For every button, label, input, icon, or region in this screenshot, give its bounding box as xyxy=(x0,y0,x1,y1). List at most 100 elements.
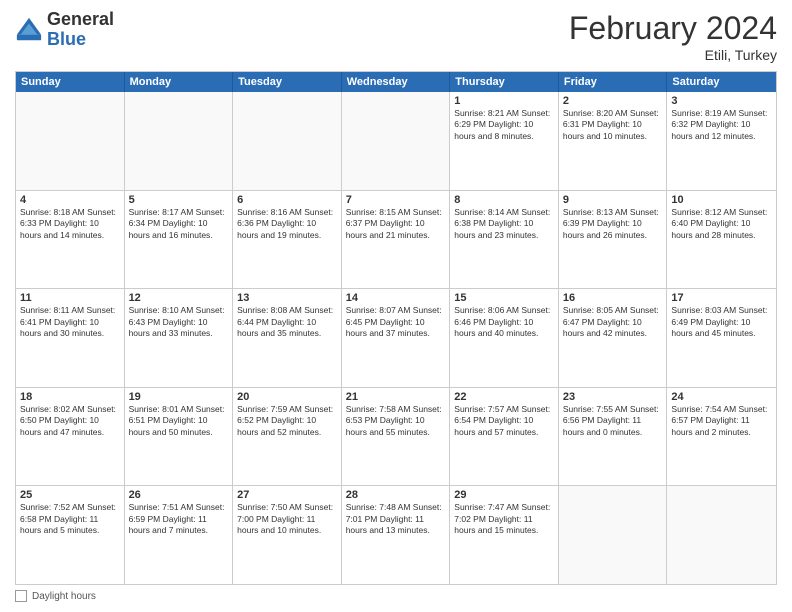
day-info: Sunrise: 7:51 AM Sunset: 6:59 PM Dayligh… xyxy=(129,502,229,536)
cal-cell-w3-d5: 23Sunrise: 7:55 AM Sunset: 6:56 PM Dayli… xyxy=(559,388,668,486)
day-info: Sunrise: 8:16 AM Sunset: 6:36 PM Dayligh… xyxy=(237,207,337,241)
cal-cell-w0-d0 xyxy=(16,92,125,190)
cal-cell-w4-d4: 29Sunrise: 7:47 AM Sunset: 7:02 PM Dayli… xyxy=(450,486,559,584)
cal-cell-w4-d6 xyxy=(667,486,776,584)
logo: General Blue xyxy=(15,10,114,50)
cal-cell-w2-d5: 16Sunrise: 8:05 AM Sunset: 6:47 PM Dayli… xyxy=(559,289,668,387)
day-info: Sunrise: 8:21 AM Sunset: 6:29 PM Dayligh… xyxy=(454,108,554,142)
logo-icon xyxy=(15,16,43,44)
cal-cell-w0-d3 xyxy=(342,92,451,190)
day-info: Sunrise: 7:54 AM Sunset: 6:57 PM Dayligh… xyxy=(671,404,772,438)
calendar: Sunday Monday Tuesday Wednesday Thursday… xyxy=(15,71,777,585)
week-row-0: 1Sunrise: 8:21 AM Sunset: 6:29 PM Daylig… xyxy=(16,92,776,190)
day-number: 10 xyxy=(671,194,772,206)
cal-cell-w3-d4: 22Sunrise: 7:57 AM Sunset: 6:54 PM Dayli… xyxy=(450,388,559,486)
cal-cell-w2-d4: 15Sunrise: 8:06 AM Sunset: 6:46 PM Dayli… xyxy=(450,289,559,387)
day-number: 15 xyxy=(454,292,554,304)
day-number: 3 xyxy=(671,95,772,107)
header-sunday: Sunday xyxy=(16,72,125,92)
cal-cell-w0-d5: 2Sunrise: 8:20 AM Sunset: 6:31 PM Daylig… xyxy=(559,92,668,190)
cal-cell-w2-d1: 12Sunrise: 8:10 AM Sunset: 6:43 PM Dayli… xyxy=(125,289,234,387)
footer: Daylight hours xyxy=(15,590,777,602)
header-monday: Monday xyxy=(125,72,234,92)
logo-blue: Blue xyxy=(47,30,114,50)
cal-cell-w4-d0: 25Sunrise: 7:52 AM Sunset: 6:58 PM Dayli… xyxy=(16,486,125,584)
day-info: Sunrise: 7:48 AM Sunset: 7:01 PM Dayligh… xyxy=(346,502,446,536)
day-info: Sunrise: 8:08 AM Sunset: 6:44 PM Dayligh… xyxy=(237,305,337,339)
cal-cell-w2-d6: 17Sunrise: 8:03 AM Sunset: 6:49 PM Dayli… xyxy=(667,289,776,387)
day-info: Sunrise: 8:02 AM Sunset: 6:50 PM Dayligh… xyxy=(20,404,120,438)
day-number: 19 xyxy=(129,391,229,403)
cal-cell-w1-d6: 10Sunrise: 8:12 AM Sunset: 6:40 PM Dayli… xyxy=(667,191,776,289)
calendar-header: Sunday Monday Tuesday Wednesday Thursday… xyxy=(16,72,776,92)
cal-cell-w1-d3: 7Sunrise: 8:15 AM Sunset: 6:37 PM Daylig… xyxy=(342,191,451,289)
cal-cell-w1-d4: 8Sunrise: 8:14 AM Sunset: 6:38 PM Daylig… xyxy=(450,191,559,289)
day-number: 1 xyxy=(454,95,554,107)
day-number: 21 xyxy=(346,391,446,403)
cal-cell-w2-d3: 14Sunrise: 8:07 AM Sunset: 6:45 PM Dayli… xyxy=(342,289,451,387)
cal-cell-w0-d4: 1Sunrise: 8:21 AM Sunset: 6:29 PM Daylig… xyxy=(450,92,559,190)
day-number: 14 xyxy=(346,292,446,304)
day-number: 26 xyxy=(129,489,229,501)
month-title: February 2024 xyxy=(569,10,777,47)
day-info: Sunrise: 8:19 AM Sunset: 6:32 PM Dayligh… xyxy=(671,108,772,142)
day-info: Sunrise: 8:18 AM Sunset: 6:33 PM Dayligh… xyxy=(20,207,120,241)
day-number: 23 xyxy=(563,391,663,403)
cal-cell-w4-d5 xyxy=(559,486,668,584)
day-number: 13 xyxy=(237,292,337,304)
day-info: Sunrise: 7:59 AM Sunset: 6:52 PM Dayligh… xyxy=(237,404,337,438)
day-number: 6 xyxy=(237,194,337,206)
day-number: 2 xyxy=(563,95,663,107)
cal-cell-w1-d1: 5Sunrise: 8:17 AM Sunset: 6:34 PM Daylig… xyxy=(125,191,234,289)
header-wednesday: Wednesday xyxy=(342,72,451,92)
day-number: 4 xyxy=(20,194,120,206)
day-number: 28 xyxy=(346,489,446,501)
header-friday: Friday xyxy=(559,72,668,92)
footer-daylight-item: Daylight hours xyxy=(15,590,777,602)
day-info: Sunrise: 7:50 AM Sunset: 7:00 PM Dayligh… xyxy=(237,502,337,536)
day-info: Sunrise: 8:05 AM Sunset: 6:47 PM Dayligh… xyxy=(563,305,663,339)
day-info: Sunrise: 7:47 AM Sunset: 7:02 PM Dayligh… xyxy=(454,502,554,536)
cal-cell-w1-d0: 4Sunrise: 8:18 AM Sunset: 6:33 PM Daylig… xyxy=(16,191,125,289)
day-number: 29 xyxy=(454,489,554,501)
cal-cell-w3-d1: 19Sunrise: 8:01 AM Sunset: 6:51 PM Dayli… xyxy=(125,388,234,486)
cal-cell-w3-d0: 18Sunrise: 8:02 AM Sunset: 6:50 PM Dayli… xyxy=(16,388,125,486)
week-row-4: 25Sunrise: 7:52 AM Sunset: 6:58 PM Dayli… xyxy=(16,485,776,584)
day-info: Sunrise: 8:13 AM Sunset: 6:39 PM Dayligh… xyxy=(563,207,663,241)
day-info: Sunrise: 8:17 AM Sunset: 6:34 PM Dayligh… xyxy=(129,207,229,241)
day-info: Sunrise: 8:10 AM Sunset: 6:43 PM Dayligh… xyxy=(129,305,229,339)
day-number: 22 xyxy=(454,391,554,403)
day-number: 18 xyxy=(20,391,120,403)
cal-cell-w0-d1 xyxy=(125,92,234,190)
header-saturday: Saturday xyxy=(667,72,776,92)
daylight-color-box xyxy=(15,590,27,602)
header-tuesday: Tuesday xyxy=(233,72,342,92)
day-number: 17 xyxy=(671,292,772,304)
cal-cell-w4-d1: 26Sunrise: 7:51 AM Sunset: 6:59 PM Dayli… xyxy=(125,486,234,584)
week-row-3: 18Sunrise: 8:02 AM Sunset: 6:50 PM Dayli… xyxy=(16,387,776,486)
cal-cell-w1-d5: 9Sunrise: 8:13 AM Sunset: 6:39 PM Daylig… xyxy=(559,191,668,289)
cal-cell-w4-d3: 28Sunrise: 7:48 AM Sunset: 7:01 PM Dayli… xyxy=(342,486,451,584)
cal-cell-w0-d6: 3Sunrise: 8:19 AM Sunset: 6:32 PM Daylig… xyxy=(667,92,776,190)
page: General Blue February 2024 Etili, Turkey… xyxy=(0,0,792,612)
day-number: 20 xyxy=(237,391,337,403)
day-info: Sunrise: 8:15 AM Sunset: 6:37 PM Dayligh… xyxy=(346,207,446,241)
day-number: 11 xyxy=(20,292,120,304)
day-info: Sunrise: 8:01 AM Sunset: 6:51 PM Dayligh… xyxy=(129,404,229,438)
day-number: 16 xyxy=(563,292,663,304)
day-number: 9 xyxy=(563,194,663,206)
header-thursday: Thursday xyxy=(450,72,559,92)
cal-cell-w3-d6: 24Sunrise: 7:54 AM Sunset: 6:57 PM Dayli… xyxy=(667,388,776,486)
day-number: 24 xyxy=(671,391,772,403)
cal-cell-w4-d2: 27Sunrise: 7:50 AM Sunset: 7:00 PM Dayli… xyxy=(233,486,342,584)
day-info: Sunrise: 7:55 AM Sunset: 6:56 PM Dayligh… xyxy=(563,404,663,438)
week-row-1: 4Sunrise: 8:18 AM Sunset: 6:33 PM Daylig… xyxy=(16,190,776,289)
day-info: Sunrise: 8:11 AM Sunset: 6:41 PM Dayligh… xyxy=(20,305,120,339)
day-info: Sunrise: 8:06 AM Sunset: 6:46 PM Dayligh… xyxy=(454,305,554,339)
calendar-body: 1Sunrise: 8:21 AM Sunset: 6:29 PM Daylig… xyxy=(16,92,776,584)
header: General Blue February 2024 Etili, Turkey xyxy=(15,10,777,63)
day-number: 27 xyxy=(237,489,337,501)
day-info: Sunrise: 8:07 AM Sunset: 6:45 PM Dayligh… xyxy=(346,305,446,339)
logo-text: General Blue xyxy=(47,10,114,50)
day-number: 12 xyxy=(129,292,229,304)
